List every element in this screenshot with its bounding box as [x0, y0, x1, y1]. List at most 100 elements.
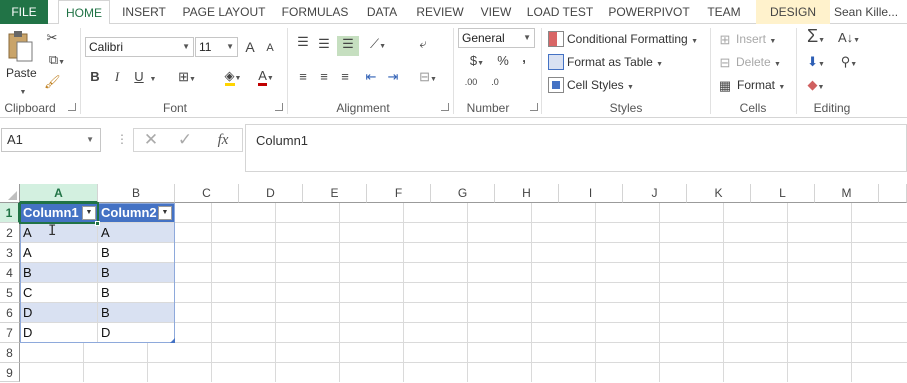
- copy-icon[interactable]: ⧉▼: [44, 52, 70, 71]
- column-header[interactable]: L: [751, 184, 815, 203]
- align-bottom-icon[interactable]: ☰: [337, 36, 359, 56]
- wrap-text-icon[interactable]: ⤶: [414, 36, 432, 52]
- delete-cells-button[interactable]: Delete ▼: [736, 55, 781, 69]
- paste-button[interactable]: [6, 30, 34, 64]
- table-cell[interactable]: A: [20, 223, 98, 243]
- row-header[interactable]: 4: [0, 263, 20, 283]
- table-cell[interactable]: B: [98, 243, 175, 263]
- decrease-indent-icon[interactable]: ⇤: [362, 69, 380, 85]
- tab-team[interactable]: TEAM: [702, 0, 746, 24]
- formula-input[interactable]: Column1: [245, 124, 907, 172]
- tab-design[interactable]: DESIGN: [756, 0, 830, 24]
- tab-formulas[interactable]: FORMULAS: [278, 0, 352, 24]
- filter-dropdown-icon[interactable]: ▼: [158, 206, 172, 220]
- number-launcher-icon[interactable]: [530, 103, 538, 111]
- column-header-partial[interactable]: [879, 184, 907, 203]
- paste-dropdown-icon[interactable]: ▼: [18, 82, 28, 101]
- worksheet-grid[interactable]: A B C D E F G H I J K L M 1 2 3 4 5 6 7 …: [0, 184, 907, 382]
- decrease-decimal-icon[interactable]: .0: [484, 76, 506, 88]
- clear-icon[interactable]: ◆▼: [801, 77, 831, 96]
- underline-dropdown-icon[interactable]: ▼: [148, 69, 158, 88]
- paste-label[interactable]: Paste: [6, 66, 37, 80]
- column-header[interactable]: M: [815, 184, 879, 203]
- select-all-corner[interactable]: [0, 184, 20, 203]
- column-header[interactable]: C: [175, 184, 239, 203]
- enter-icon[interactable]: ✓: [176, 131, 194, 148]
- column-header[interactable]: F: [367, 184, 431, 203]
- row-header[interactable]: 9: [0, 363, 20, 382]
- format-as-table-button[interactable]: Format as Table ▼: [567, 55, 663, 69]
- tab-review[interactable]: REVIEW: [412, 0, 468, 24]
- increase-decimal-icon[interactable]: .00: [460, 76, 482, 88]
- column-header[interactable]: B: [98, 184, 175, 203]
- table-cell[interactable]: D: [98, 323, 175, 343]
- row-header[interactable]: 6: [0, 303, 20, 323]
- tab-powerpivot[interactable]: POWERPIVOT: [606, 0, 692, 24]
- row-header[interactable]: 3: [0, 243, 20, 263]
- tab-load-test[interactable]: LOAD TEST: [526, 0, 594, 24]
- shrink-font-icon[interactable]: A: [264, 40, 276, 56]
- currency-icon[interactable]: $▼: [462, 53, 492, 72]
- column-header[interactable]: K: [687, 184, 751, 203]
- align-left-icon[interactable]: ≡: [295, 69, 311, 85]
- table-cell[interactable]: A: [98, 223, 175, 243]
- column-header[interactable]: E: [303, 184, 367, 203]
- underline-button[interactable]: U: [132, 69, 146, 85]
- user-account[interactable]: Sean Kille...: [834, 0, 907, 24]
- sort-filter-icon[interactable]: A↓▼: [836, 30, 862, 49]
- format-cells-button[interactable]: Format ▼: [737, 78, 785, 92]
- tab-file[interactable]: FILE: [0, 0, 48, 24]
- cancel-icon[interactable]: ✕: [142, 131, 160, 148]
- comma-style-icon[interactable]: ,: [518, 50, 530, 66]
- borders-icon[interactable]: ⊞▼: [174, 69, 200, 88]
- table-cell[interactable]: B: [20, 263, 98, 283]
- insert-cells-button[interactable]: Insert ▼: [736, 32, 776, 46]
- align-middle-icon[interactable]: ☰: [316, 36, 332, 52]
- filter-dropdown-icon[interactable]: ▼: [82, 206, 96, 220]
- row-header[interactable]: 7: [0, 323, 20, 343]
- tab-home[interactable]: HOME: [58, 0, 110, 25]
- row-header[interactable]: 2: [0, 223, 20, 243]
- insert-function-icon[interactable]: fx: [212, 132, 234, 148]
- column-header[interactable]: G: [431, 184, 495, 203]
- increase-indent-icon[interactable]: ⇥: [384, 69, 402, 85]
- tab-insert[interactable]: INSERT: [118, 0, 170, 24]
- alignment-launcher-icon[interactable]: [441, 103, 449, 111]
- fill-handle[interactable]: [95, 221, 100, 226]
- cell-styles-button[interactable]: Cell Styles ▼: [567, 78, 634, 92]
- align-center-icon[interactable]: ≡: [316, 69, 332, 85]
- clipboard-launcher-icon[interactable]: [68, 103, 76, 111]
- find-select-icon[interactable]: ⚲▼: [836, 54, 862, 73]
- grow-font-icon[interactable]: A: [243, 39, 257, 55]
- table-cell[interactable]: B: [98, 303, 175, 323]
- bold-button[interactable]: B: [88, 69, 102, 85]
- font-name-select[interactable]: Calibri ▼: [85, 37, 194, 57]
- autosum-icon[interactable]: Σ▼: [801, 27, 831, 49]
- number-format-select[interactable]: General ▼: [458, 28, 535, 48]
- row-header[interactable]: 1: [0, 203, 20, 223]
- table-header-cell[interactable]: Column1 ▼: [20, 203, 98, 223]
- align-top-icon[interactable]: ☰: [295, 34, 311, 50]
- column-header[interactable]: I: [559, 184, 623, 203]
- table-cell[interactable]: D: [20, 323, 98, 343]
- cut-icon[interactable]: ✂: [44, 30, 60, 46]
- table-cell[interactable]: C: [20, 283, 98, 303]
- column-header[interactable]: H: [495, 184, 559, 203]
- font-color-icon[interactable]: A▼: [252, 68, 280, 87]
- italic-button[interactable]: I: [110, 69, 124, 85]
- fill-icon[interactable]: ⬇▼: [801, 54, 831, 73]
- tab-page-layout[interactable]: PAGE LAYOUT: [180, 0, 268, 24]
- column-header[interactable]: A: [20, 184, 98, 203]
- orientation-icon[interactable]: ⟋▼: [364, 36, 392, 55]
- fill-color-icon[interactable]: ◈▼: [218, 68, 248, 87]
- name-box[interactable]: A1 ▼: [1, 128, 101, 152]
- tab-data[interactable]: DATA: [362, 0, 402, 24]
- column-header[interactable]: D: [239, 184, 303, 203]
- format-painter-icon[interactable]: 🖌: [44, 74, 61, 90]
- align-right-icon[interactable]: ≡: [337, 69, 353, 85]
- table-cell[interactable]: D: [20, 303, 98, 323]
- row-header[interactable]: 8: [0, 343, 20, 363]
- percent-icon[interactable]: %: [496, 53, 510, 69]
- table-cell[interactable]: A: [20, 243, 98, 263]
- table-resize-handle[interactable]: [170, 338, 175, 343]
